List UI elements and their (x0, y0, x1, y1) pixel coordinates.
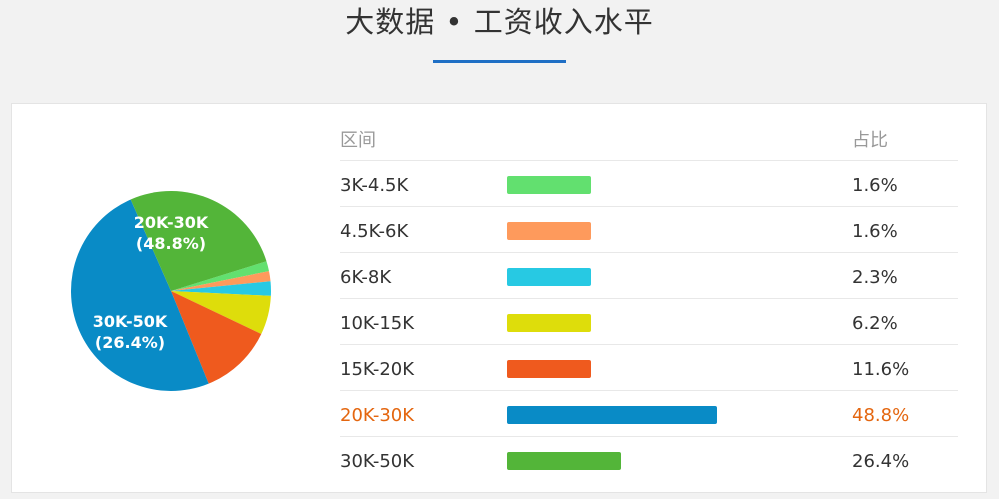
range-label: 20K-30K (340, 405, 415, 426)
share-bar (507, 222, 591, 240)
share-bar (507, 360, 591, 378)
range-label: 15K-20K (340, 359, 415, 380)
pie-svg: 20K-30K (48.8%) 30K-50K (26.4%) (70, 191, 271, 392)
share-value: 6.2% (852, 313, 898, 334)
range-label: 3K-4.5K (340, 175, 409, 196)
share-value: 1.6% (852, 221, 898, 242)
share-value: 26.4% (852, 451, 910, 472)
table-row: 4.5K-6K 1.6% (340, 207, 958, 253)
table-header: 区间 占比 (340, 114, 958, 161)
pie-label-percent: (26.4%) (95, 333, 165, 352)
share-bar (507, 314, 591, 332)
share-value: 2.3% (852, 267, 898, 288)
range-label: 6K-8K (340, 267, 392, 288)
table-row: 20K-30K 48.8% (340, 391, 958, 437)
pie-chart: 20K-30K (48.8%) 30K-50K (26.4%) (70, 190, 272, 392)
share-bar (507, 406, 717, 424)
col-header-share: 占比 (852, 130, 888, 151)
table-row: 6K-8K 2.3% (340, 253, 958, 299)
page-title: 大数据 • 工资收入水平 (345, 5, 654, 39)
share-bar (507, 268, 591, 286)
title-underline (433, 60, 566, 63)
share-value: 11.6% (852, 359, 910, 380)
range-label: 10K-15K (340, 313, 415, 334)
table-row: 3K-4.5K 1.6% (340, 161, 958, 207)
share-bar (507, 176, 591, 194)
header: 大数据 • 工资收入水平 (0, 0, 999, 100)
salary-table: 区间 占比 3K-4.5K 1.6% 4.5K-6K 1.6% 6K-8K 2.3% 10K… (340, 114, 958, 482)
range-label: 30K-50K (340, 451, 415, 472)
pie-label: 20K-30K (134, 213, 209, 232)
share-value: 48.8% (852, 405, 910, 426)
table-row: 30K-50K 26.4% (340, 437, 958, 482)
pie-label-percent: (48.8%) (136, 234, 206, 253)
col-header-range: 区间 (340, 130, 376, 151)
pie-label: 30K-50K (93, 312, 168, 331)
table-row: 10K-15K 6.2% (340, 299, 958, 345)
range-label: 4.5K-6K (340, 221, 409, 242)
table-body: 3K-4.5K 1.6% 4.5K-6K 1.6% 6K-8K 2.3% 10K-15K 6.… (340, 161, 958, 482)
share-value: 1.6% (852, 175, 898, 196)
salary-panel: 20K-30K (48.8%) 30K-50K (26.4%) 区间 占比 3K-4.… (11, 103, 987, 493)
table-row: 15K-20K 11.6% (340, 345, 958, 391)
share-bar (507, 452, 621, 470)
